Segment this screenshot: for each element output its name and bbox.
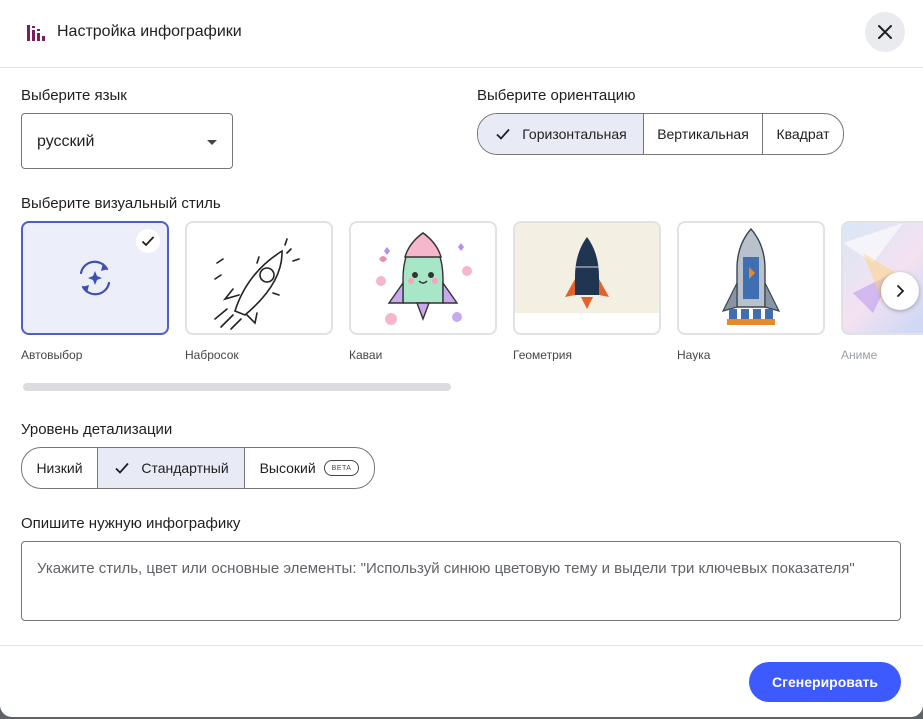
- check-icon: [115, 462, 130, 474]
- orientation-horizontal-label: Горизонтальная: [522, 126, 627, 142]
- description-label: Опишите нужную инфографику: [21, 515, 241, 532]
- bar-chart-icon: [27, 25, 45, 41]
- dialog-title: Настройка инфографики: [57, 23, 242, 40]
- orientation-label: Выберите ориентацию: [477, 87, 636, 104]
- visual-style-carousel: Автовыбор Набросок Каваи Геометрия Наука…: [21, 221, 923, 361]
- detail-standard-label: Стандартный: [141, 460, 229, 476]
- dropdown-arrow-icon: [207, 140, 217, 145]
- beta-badge: BETA: [323, 460, 360, 476]
- detail-low-option[interactable]: Низкий: [22, 448, 97, 488]
- geometric-rocket-image: [515, 237, 659, 333]
- detail-segmented-control: Низкий Стандартный Высокий BETA: [21, 447, 375, 489]
- style-label-science: Наука: [677, 348, 711, 361]
- orientation-segmented-control: Горизонтальная Вертикальная Квадрат: [477, 113, 844, 155]
- footer-divider: [0, 645, 923, 646]
- carousel-scrollbar[interactable]: [23, 383, 451, 391]
- check-icon: [141, 236, 155, 247]
- detail-low-label: Низкий: [36, 460, 83, 476]
- generate-button[interactable]: Сгенерировать: [749, 662, 901, 702]
- check-icon: [496, 128, 510, 140]
- orientation-vertical-label: Вертикальная: [657, 126, 749, 142]
- detail-label: Уровень детализации: [21, 421, 173, 438]
- style-label-anime: Аниме: [841, 348, 878, 361]
- sketch-rocket-image: [214, 238, 300, 330]
- style-label-auto: Автовыбор: [21, 348, 83, 361]
- detail-standard-option[interactable]: Стандартный: [97, 448, 244, 488]
- dialog-header: Настройка инфографики: [0, 0, 923, 68]
- orientation-horizontal-option[interactable]: Горизонтальная: [478, 114, 643, 154]
- visual-style-label: Выберите визуальный стиль: [21, 195, 221, 212]
- style-label-kawaii: Каваи: [349, 348, 383, 361]
- orientation-square-label: Квадрат: [776, 126, 830, 142]
- orientation-vertical-option[interactable]: Вертикальная: [643, 114, 762, 154]
- style-label-sketch: Набросок: [185, 348, 239, 361]
- style-label-geometry: Геометрия: [513, 348, 572, 361]
- style-thumb-science: [677, 221, 825, 335]
- selected-check-badge: [136, 229, 160, 253]
- close-icon: [878, 25, 892, 39]
- kawaii-rocket-image: [376, 232, 472, 325]
- description-textarea[interactable]: Укажите стиль, цвет или основные элемент…: [21, 541, 901, 621]
- carousel-next-button[interactable]: [881, 272, 919, 310]
- close-button[interactable]: [865, 12, 905, 52]
- style-thumb-kawaii: [349, 221, 497, 335]
- detail-high-option[interactable]: Высокий BETA: [244, 448, 374, 488]
- description-placeholder: Укажите стиль, цвет или основные элемент…: [37, 560, 855, 577]
- detail-high-label: Высокий: [259, 460, 316, 476]
- chevron-right-icon: [897, 285, 905, 297]
- language-label: Выберите язык: [21, 87, 127, 104]
- style-thumb-sketch: [185, 221, 333, 335]
- style-thumb-geometry: [513, 221, 661, 335]
- science-rocket-image: [721, 227, 781, 325]
- language-value: русский: [37, 133, 95, 150]
- language-select[interactable]: русский: [21, 113, 233, 169]
- orientation-square-option[interactable]: Квадрат: [762, 114, 843, 154]
- infographic-settings-dialog: Настройка инфографики Выберите язык русс…: [0, 0, 923, 717]
